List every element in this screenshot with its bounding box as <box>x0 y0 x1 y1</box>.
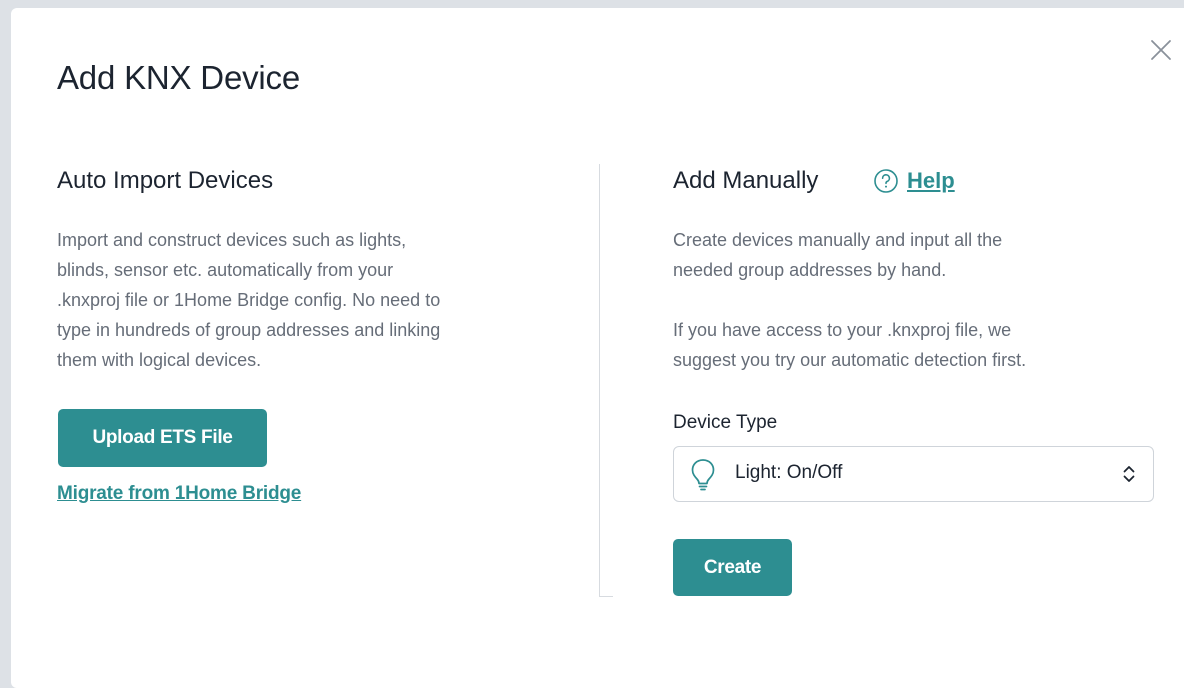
help-label: Help <box>907 168 955 193</box>
device-type-select[interactable]: Light: On/Off <box>673 446 1154 502</box>
description-line: suggest you try our automatic detection … <box>673 350 1027 370</box>
question-circle-icon <box>874 169 898 193</box>
device-type-label: Device Type <box>673 412 778 433</box>
description-line: .knxproj file or 1Home Bridge config. No… <box>57 290 441 310</box>
column-divider <box>599 164 613 597</box>
close-button[interactable] <box>1149 38 1173 62</box>
upload-ets-file-button[interactable]: Upload ETS File <box>58 409 267 467</box>
lightbulb-icon <box>691 459 715 491</box>
add-knx-device-modal: Add KNX Device Auto Import Devices Impor… <box>11 8 1184 688</box>
chevron-updown-icon <box>1123 466 1135 482</box>
auto-import-title: Auto Import Devices <box>57 167 274 194</box>
description-line: Import and construct devices such as lig… <box>57 230 407 250</box>
auto-import-description: Import and construct devices such as lig… <box>57 225 440 375</box>
migrate-from-1home-bridge-link[interactable]: Migrate from 1Home Bridge <box>57 483 301 505</box>
create-button[interactable]: Create <box>673 539 792 596</box>
description-line: If you have access to your .knxproj file… <box>673 320 1012 340</box>
help-link[interactable]: Help <box>873 168 955 194</box>
description-line: type in hundreds of group addresses and … <box>57 320 441 340</box>
description-line: Create devices manually and input all th… <box>673 230 1003 250</box>
close-icon <box>1151 40 1171 60</box>
description-line: blinds, sensor etc. automatically from y… <box>57 260 394 280</box>
add-manually-title: Add Manually <box>673 167 819 194</box>
description-line: them with logical devices. <box>57 350 262 370</box>
device-type-value: Light: On/Off <box>735 462 843 483</box>
modal-title: Add KNX Device <box>57 59 300 96</box>
description-line: needed group addresses by hand. <box>673 260 947 280</box>
add-manually-description: Create devices manually and input all th… <box>673 225 1026 375</box>
